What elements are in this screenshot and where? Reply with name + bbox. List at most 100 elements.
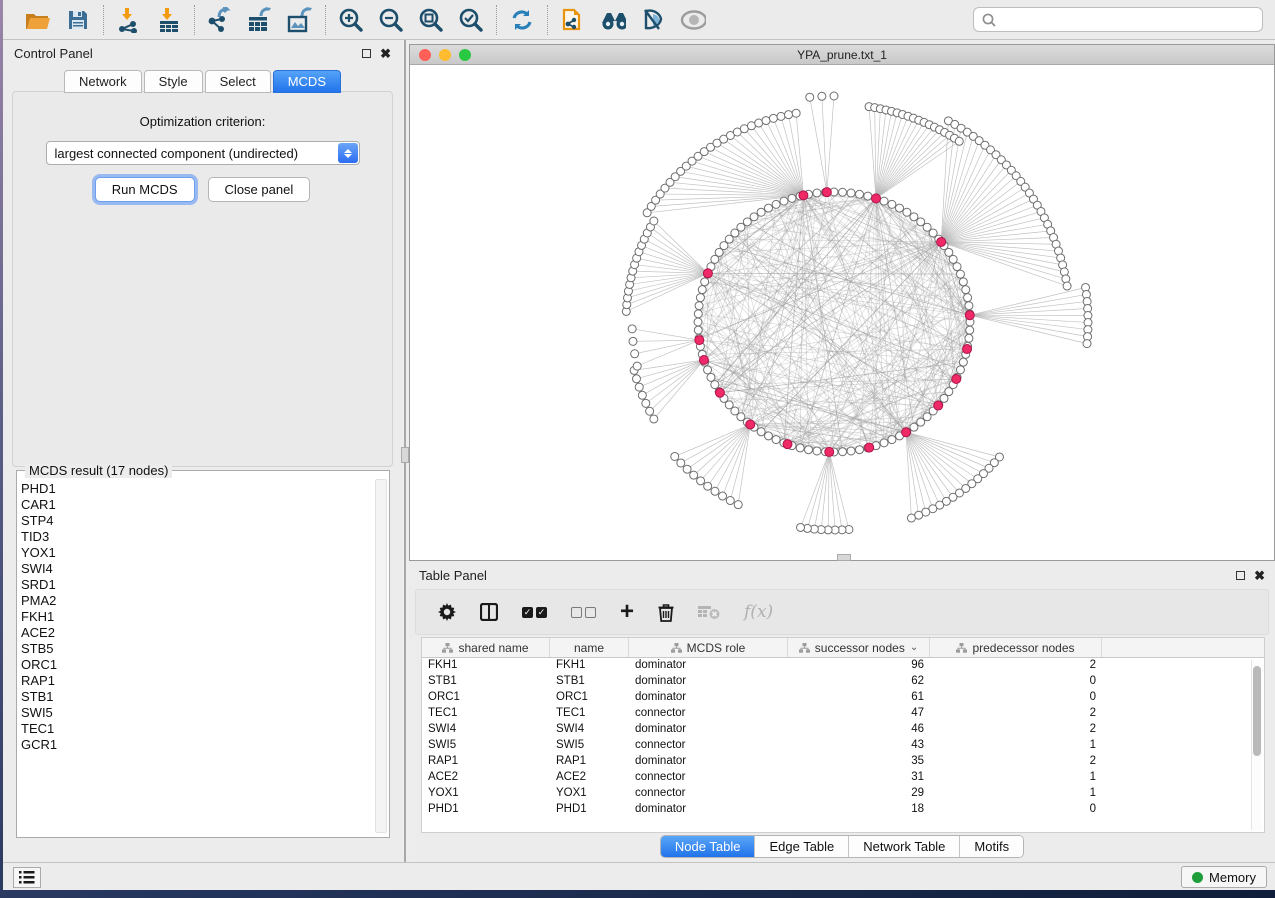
- leaf-node[interactable]: [1083, 340, 1091, 348]
- table-scrollbar-thumb[interactable]: [1253, 666, 1261, 756]
- zoom-out-icon[interactable]: [378, 7, 404, 33]
- table-cell[interactable]: 1: [930, 786, 1102, 802]
- ring-node[interactable]: [694, 318, 702, 326]
- mcds-result-item[interactable]: STB5: [21, 641, 373, 657]
- ring-node[interactable]: [698, 286, 706, 294]
- mcds-result-item[interactable]: FKH1: [21, 609, 373, 625]
- search-network-icon[interactable]: [600, 7, 626, 33]
- table-cell[interactable]: 18: [788, 802, 930, 818]
- tab-select[interactable]: Select: [205, 70, 271, 93]
- zoom-fit-icon[interactable]: [418, 7, 444, 33]
- ring-node[interactable]: [855, 446, 863, 454]
- zoom-selected-icon[interactable]: [458, 7, 484, 33]
- table-cell[interactable]: 61: [788, 690, 930, 706]
- table-cell[interactable]: 1: [930, 738, 1102, 754]
- close-table-panel-icon[interactable]: ✖: [1254, 571, 1265, 580]
- leaf-node[interactable]: [830, 92, 838, 100]
- mcds-hub-node[interactable]: [799, 191, 808, 200]
- ring-node[interactable]: [959, 278, 967, 286]
- ring-node[interactable]: [772, 436, 780, 444]
- leaf-node[interactable]: [711, 487, 719, 495]
- tab-node-table[interactable]: Node Table: [661, 836, 756, 857]
- ring-node[interactable]: [864, 192, 872, 200]
- ring-node[interactable]: [694, 310, 702, 318]
- leaf-node[interactable]: [777, 112, 785, 120]
- ring-node[interactable]: [953, 263, 961, 271]
- table-cell[interactable]: 35: [788, 754, 930, 770]
- ring-node[interactable]: [956, 366, 964, 374]
- leaf-node[interactable]: [1063, 282, 1071, 290]
- mcds-result-item[interactable]: SWI4: [21, 561, 373, 577]
- mcds-hub-node[interactable]: [825, 447, 834, 456]
- mcds-result-item[interactable]: STB1: [21, 689, 373, 705]
- ring-node[interactable]: [788, 194, 796, 202]
- table-cell[interactable]: 2: [930, 706, 1102, 722]
- ring-node[interactable]: [966, 326, 974, 334]
- ring-node[interactable]: [959, 358, 967, 366]
- table-scrollbar[interactable]: [1251, 660, 1262, 830]
- ring-node[interactable]: [707, 373, 715, 381]
- table-cell[interactable]: ACE2: [422, 770, 550, 786]
- leaf-node[interactable]: [631, 350, 639, 358]
- tab-motifs[interactable]: Motifs: [960, 836, 1023, 857]
- table-cell[interactable]: RAP1: [550, 754, 629, 770]
- search-box[interactable]: [973, 7, 1263, 32]
- import-network-icon[interactable]: [116, 7, 142, 33]
- leaf-node[interactable]: [797, 523, 805, 531]
- table-cell[interactable]: 2: [930, 722, 1102, 738]
- mcds-hub-node[interactable]: [963, 345, 972, 354]
- leaf-node[interactable]: [629, 337, 637, 345]
- mcds-result-item[interactable]: GCR1: [21, 737, 373, 753]
- mcds-hub-node[interactable]: [715, 388, 724, 397]
- network-file-icon[interactable]: [560, 7, 586, 33]
- leaf-node[interactable]: [628, 325, 636, 333]
- leaf-node[interactable]: [642, 399, 650, 407]
- ring-node[interactable]: [880, 197, 888, 205]
- mcds-result-item[interactable]: PMA2: [21, 593, 373, 609]
- table-cell[interactable]: 0: [930, 802, 1102, 818]
- column-header-MCDS-role[interactable]: MCDS role: [629, 638, 788, 657]
- select-all-icon[interactable]: ✓✓: [522, 607, 547, 618]
- ring-node[interactable]: [743, 218, 751, 226]
- ring-node[interactable]: [888, 436, 896, 444]
- ring-node[interactable]: [695, 302, 703, 310]
- leaf-node[interactable]: [650, 415, 658, 423]
- table-cell[interactable]: SWI4: [550, 722, 629, 738]
- export-image-icon[interactable]: [287, 7, 313, 33]
- ring-node[interactable]: [813, 447, 821, 455]
- mcds-result-item[interactable]: TEC1: [21, 721, 373, 737]
- table-cell[interactable]: dominator: [629, 674, 788, 690]
- ring-node[interactable]: [764, 432, 772, 440]
- ring-node[interactable]: [965, 334, 973, 342]
- leaf-node[interactable]: [762, 117, 770, 125]
- ring-node[interactable]: [757, 208, 765, 216]
- leaf-node[interactable]: [635, 383, 643, 391]
- leaf-node[interactable]: [633, 362, 641, 370]
- table-cell[interactable]: TEC1: [422, 706, 550, 722]
- optimization-criterion-select[interactable]: largest connected component (undirected): [46, 141, 360, 165]
- table-cell[interactable]: 47: [788, 706, 930, 722]
- mcds-result-item[interactable]: PHD1: [21, 481, 373, 497]
- table-cell[interactable]: 0: [930, 690, 1102, 706]
- ring-node[interactable]: [888, 200, 896, 208]
- table-cell[interactable]: dominator: [629, 754, 788, 770]
- ring-node[interactable]: [917, 418, 925, 426]
- close-panel-button[interactable]: Close panel: [208, 177, 311, 202]
- table-cell[interactable]: STB1: [550, 674, 629, 690]
- table-cell[interactable]: dominator: [629, 690, 788, 706]
- mcds-result-list[interactable]: PHD1CAR1STP4TID3YOX1SWI4SRD1PMA2FKH1ACE2…: [21, 481, 373, 833]
- table-cell[interactable]: FKH1: [422, 658, 550, 674]
- export-table-icon[interactable]: [247, 7, 273, 33]
- leaf-node[interactable]: [632, 375, 640, 383]
- tab-network-table[interactable]: Network Table: [849, 836, 960, 857]
- tab-mcds[interactable]: MCDS: [273, 70, 341, 93]
- zoom-in-icon[interactable]: [338, 7, 364, 33]
- table-row[interactable]: PHD1PHD1dominator180: [422, 802, 1264, 818]
- search-input[interactable]: [997, 8, 1262, 31]
- mcds-result-item[interactable]: YOX1: [21, 545, 373, 561]
- table-cell[interactable]: PHD1: [422, 802, 550, 818]
- panel-splitter[interactable]: [401, 40, 409, 862]
- ring-node[interactable]: [910, 423, 918, 431]
- float-table-panel-icon[interactable]: [1236, 571, 1245, 580]
- column-header-successor-nodes[interactable]: successor nodes⌄: [788, 638, 930, 657]
